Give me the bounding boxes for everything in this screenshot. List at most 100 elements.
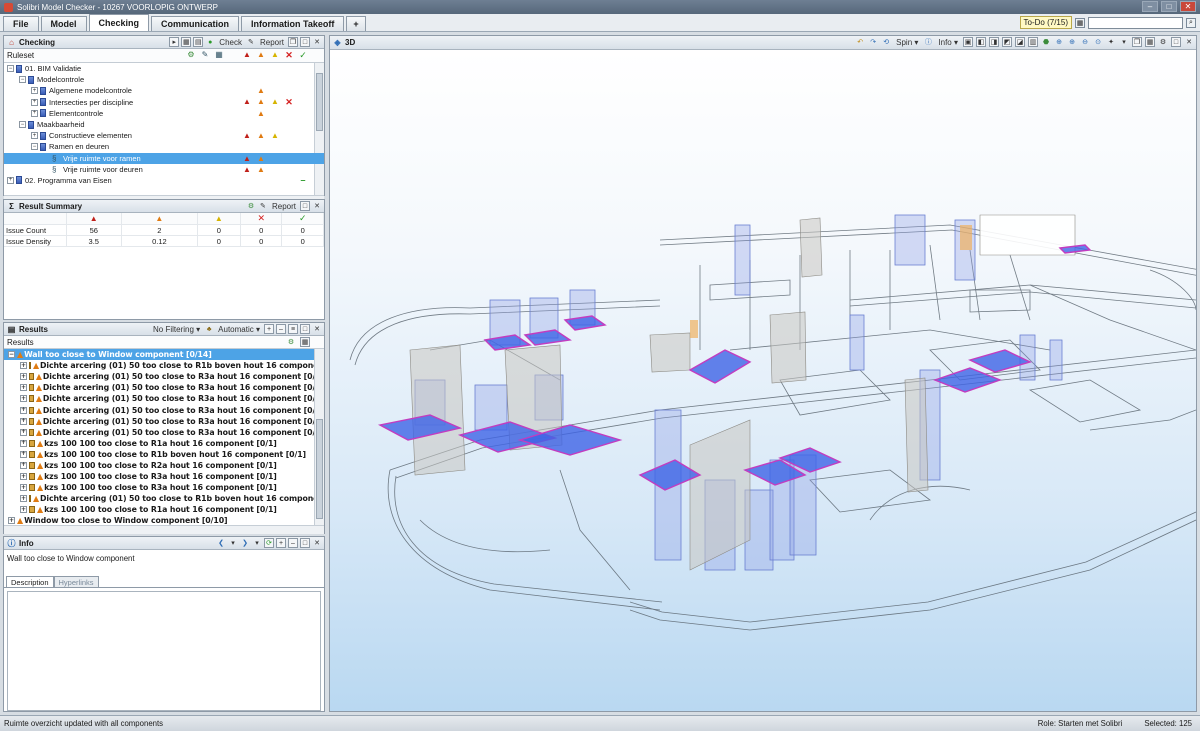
minimize-button[interactable]: –: [1142, 1, 1158, 12]
tree-item[interactable]: − Maakbaarheid: [4, 119, 324, 130]
list-item[interactable]: + ▲ kzs 100 100 too close to R1a hout 16 c…: [4, 438, 324, 449]
tree-item[interactable]: +02. Programma van Eisen –: [4, 175, 324, 186]
layout-icon[interactable]: ▦: [1145, 37, 1155, 47]
close-button[interactable]: ✕: [1180, 1, 1196, 12]
tab-model[interactable]: Model: [40, 16, 87, 31]
tree-item[interactable]: § Vrije ruimte voor ramen ▲ ▲: [4, 152, 324, 164]
maximize-icon[interactable]: □: [300, 538, 310, 548]
edit-icon[interactable]: ✎: [198, 50, 212, 61]
info-dropdown[interactable]: Info ▾: [936, 37, 960, 47]
expand-icon[interactable]: +: [20, 506, 27, 514]
expand-icon[interactable]: +: [20, 384, 27, 392]
tool-icon[interactable]: ✦: [1106, 37, 1116, 47]
back-arrow-icon[interactable]: ❮: [216, 538, 226, 548]
expand-icon[interactable]: +: [20, 439, 27, 447]
settings-icon[interactable]: ⚙: [286, 337, 296, 347]
view-side-icon[interactable]: ◨: [989, 37, 999, 47]
list-item[interactable]: + ▲ Dichte arcering (01) 50 too close to R…: [4, 493, 324, 504]
expand-icon[interactable]: +: [31, 109, 38, 117]
collapse-icon[interactable]: –: [288, 538, 298, 548]
collapse-icon[interactable]: −: [8, 351, 15, 359]
maximize-icon[interactable]: □: [1171, 37, 1181, 47]
description-area[interactable]: [7, 591, 321, 711]
tab-checking[interactable]: Checking: [88, 14, 150, 31]
maximize-icon[interactable]: □: [300, 201, 310, 211]
tree-item[interactable]: + Intersecties per discipline ▲ ▲ ▲ ✕: [4, 97, 324, 108]
sync-icon[interactable]: ⟳: [264, 538, 274, 548]
restore-icon[interactable]: ❐: [1132, 37, 1142, 47]
zoom-in-icon[interactable]: ⊕: [1067, 37, 1077, 47]
list-icon[interactable]: ≡: [288, 324, 298, 334]
expand-icon[interactable]: +: [31, 132, 38, 140]
tab-hyperlinks[interactable]: Hyperlinks: [53, 576, 99, 587]
filter-dropdown[interactable]: No Filtering ▾: [151, 324, 202, 334]
expand-icon[interactable]: +: [31, 98, 38, 106]
list-item[interactable]: + ▲ kzs 100 100 too close to R1b boven hou…: [4, 449, 324, 460]
results-scrollbar[interactable]: [314, 349, 324, 525]
close-icon[interactable]: ✕: [312, 324, 322, 334]
tree-item[interactable]: − Ramen en deuren: [4, 141, 324, 152]
expand-icon[interactable]: +: [20, 495, 27, 503]
restore-icon[interactable]: ❐: [288, 37, 298, 47]
open-folder-icon[interactable]: ▸: [169, 37, 180, 47]
collapse-icon[interactable]: −: [19, 121, 26, 129]
todo-icon[interactable]: ▦: [1075, 17, 1085, 28]
zoom-out-icon[interactable]: ⊖: [1080, 37, 1090, 47]
tree-item[interactable]: + Algemene modelcontrole ▲: [4, 85, 324, 96]
expand-icon[interactable]: +: [20, 362, 27, 370]
view-cube-icon[interactable]: ▣: [963, 37, 973, 47]
expand-icon[interactable]: +: [20, 406, 27, 414]
results-horizontal-scrollbar[interactable]: [4, 525, 324, 534]
settings-icon[interactable]: ⚙: [184, 50, 198, 61]
list-item[interactable]: + ▲ kzs 100 100 too close to R3a hout 16 c…: [4, 482, 324, 493]
expand-icon[interactable]: +: [20, 417, 27, 425]
zoom-window-icon[interactable]: ⊙: [1093, 37, 1103, 47]
list-item[interactable]: + ▲ Dichte arcering (01) 50 too close to R…: [4, 416, 324, 427]
tree-item[interactable]: − 01. BIM Validatie: [4, 63, 324, 74]
collapse-icon[interactable]: −: [31, 143, 38, 151]
table-icon[interactable]: ▦: [212, 50, 226, 61]
maximize-icon[interactable]: □: [300, 37, 310, 47]
dropdown-icon[interactable]: ▾: [252, 538, 262, 548]
expand-icon[interactable]: +: [20, 428, 27, 436]
maximize-button[interactable]: □: [1161, 1, 1177, 12]
redo-icon[interactable]: ↷: [868, 37, 878, 47]
spin-dropdown[interactable]: Spin ▾: [894, 37, 920, 47]
zoom-extents-icon[interactable]: ⊕: [1054, 37, 1064, 47]
close-icon[interactable]: ✕: [312, 37, 322, 47]
close-icon[interactable]: ✕: [312, 538, 322, 548]
expand-icon[interactable]: +: [20, 484, 27, 492]
maximize-icon[interactable]: □: [300, 324, 310, 334]
collapse-icon[interactable]: –: [276, 324, 286, 334]
close-icon[interactable]: ✕: [312, 201, 322, 211]
view-top-icon[interactable]: ◩: [1002, 37, 1012, 47]
list-item[interactable]: + ▲ Window too close to Window component […: [4, 515, 324, 525]
expand-icon[interactable]: +: [276, 538, 286, 548]
list-item[interactable]: − ▲ Wall too close to Window component [0/…: [4, 349, 324, 361]
tree-item[interactable]: + Elementcontrole ▲: [4, 108, 324, 119]
dropdown-icon[interactable]: ▾: [228, 538, 238, 548]
expand-icon[interactable]: +: [20, 450, 27, 458]
table-icon[interactable]: ▦: [300, 337, 310, 347]
expand-icon[interactable]: +: [31, 87, 38, 95]
forward-arrow-icon[interactable]: ❯: [240, 538, 250, 548]
list-item[interactable]: + ▲ Dichte arcering (01) 50 too close to R…: [4, 382, 324, 393]
summary-report-button[interactable]: Report: [270, 201, 298, 211]
settings-icon[interactable]: ⚙: [246, 201, 256, 211]
collapse-icon[interactable]: −: [7, 65, 14, 73]
tree-item[interactable]: § Vrije ruimte voor deuren ▲ ▲: [4, 164, 324, 175]
search-icon[interactable]: ⌕: [1186, 17, 1196, 28]
expand-icon[interactable]: +: [264, 324, 274, 334]
report-button[interactable]: Report: [258, 37, 286, 47]
tree-item[interactable]: + Constructieve elementen ▲ ▲ ▲: [4, 130, 324, 141]
dropdown-icon[interactable]: ▾: [1119, 37, 1129, 47]
close-icon[interactable]: ✕: [1184, 37, 1194, 47]
settings-icon[interactable]: ⚙: [1158, 37, 1168, 47]
add-tab-button[interactable]: +: [346, 16, 366, 31]
list-item[interactable]: + ▲ kzs 100 100 too close to R1a hout 16 c…: [4, 504, 324, 515]
mode-dropdown[interactable]: Automatic ▾: [216, 324, 262, 334]
list-item[interactable]: + ▲ Dichte arcering (01) 50 too close to R…: [4, 427, 324, 438]
view-back-icon[interactable]: ▥: [1028, 37, 1038, 47]
search-input[interactable]: [1088, 16, 1183, 29]
grid-icon[interactable]: ▤: [193, 37, 204, 47]
